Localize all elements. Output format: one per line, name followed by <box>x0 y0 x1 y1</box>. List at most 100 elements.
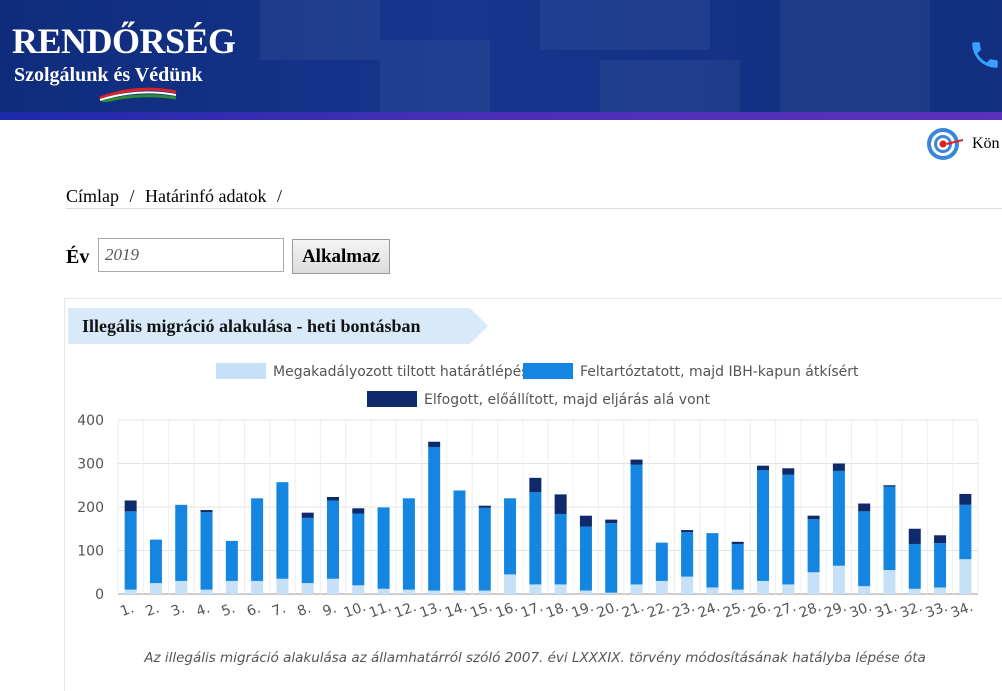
x-tick-label: 12. <box>392 599 418 622</box>
x-tick-label: 28. <box>797 599 823 622</box>
x-tick-label: 21. <box>620 599 646 622</box>
bar-segment <box>883 486 896 571</box>
bar-segment <box>807 572 820 594</box>
y-tick-label: 400 <box>77 413 104 429</box>
bar-segment <box>832 463 845 471</box>
x-tick-label: 2. <box>144 600 162 620</box>
chart-title: Illegális migráció alakulása - heti bont… <box>82 316 421 336</box>
bar-segment <box>731 589 744 594</box>
bar-segment <box>377 507 390 589</box>
breadcrumb-divider <box>66 208 1002 209</box>
flag-swoosh-icon <box>99 87 177 102</box>
y-tick-label: 0 <box>95 587 104 603</box>
x-tick-label: 31. <box>873 599 899 622</box>
apply-button[interactable]: Alkalmaz <box>292 239 390 274</box>
bar-segment <box>630 584 643 594</box>
breadcrumb: Címlap / Határinfó adatok / <box>66 186 288 207</box>
bar-segment <box>655 580 668 594</box>
bar-segment <box>124 511 137 590</box>
bar-segment <box>149 539 162 584</box>
bar-segment <box>301 583 314 594</box>
bar-segment <box>858 503 871 512</box>
bar-segment <box>731 541 744 544</box>
header-decoration <box>540 0 710 50</box>
bar-segment <box>908 588 921 594</box>
bar-segment <box>731 543 744 590</box>
target-icon <box>927 128 963 160</box>
bar-segment <box>579 590 592 594</box>
x-tick-label: 9. <box>321 600 339 620</box>
year-input[interactable] <box>98 238 284 272</box>
bar-segment <box>681 530 694 533</box>
phone-icon[interactable] <box>968 38 1002 72</box>
bar-segment <box>200 589 213 594</box>
bar-segment <box>630 459 643 465</box>
bar-segment <box>807 519 820 573</box>
bar-segment <box>782 468 795 475</box>
bar-segment <box>276 578 289 594</box>
bar-segment <box>757 465 769 471</box>
bar-segment <box>579 515 592 527</box>
bar-segment <box>377 588 390 594</box>
chart-caption: Az illegális migráció alakulása az állam… <box>144 650 926 666</box>
x-tick-label: 19. <box>569 599 595 622</box>
bar-segment <box>301 512 314 518</box>
bar-segment <box>782 584 795 594</box>
legend-label: Elfogott, előállított, majd eljárás alá … <box>424 392 711 408</box>
bar-segment <box>605 519 618 524</box>
bar-segment <box>478 505 491 508</box>
x-tick-label: 11. <box>367 599 393 622</box>
bar-segment <box>200 510 213 513</box>
logo-title[interactable]: RENDŐRSÉG <box>12 20 236 62</box>
y-tick-label: 100 <box>77 544 104 560</box>
legend-label: Feltartóztatott, majd IBH-kapun átkísért <box>580 364 859 380</box>
x-tick-label: 4. <box>194 600 212 620</box>
year-label: Év <box>66 246 90 268</box>
x-tick-label: 3. <box>169 600 187 620</box>
bar-segment <box>605 592 618 594</box>
bar-segment <box>757 470 769 581</box>
bar-segment <box>301 517 314 584</box>
bar-segment <box>428 441 441 447</box>
top-link[interactable]: Kön <box>926 127 1000 161</box>
bar-segment <box>959 504 972 560</box>
legend-swatch <box>367 391 417 407</box>
bar-segment <box>402 498 415 590</box>
bar-segment <box>959 559 972 594</box>
x-tick-label: 10. <box>342 599 368 622</box>
bar-segment <box>402 589 415 594</box>
bar-segment <box>681 576 694 594</box>
bar-segment <box>124 500 137 512</box>
x-tick-label: 8. <box>295 600 313 620</box>
bar-segment <box>934 587 947 594</box>
breadcrumb-section[interactable]: Határinfó adatok <box>145 186 266 206</box>
x-tick-label: 33. <box>923 599 949 622</box>
top-link-label[interactable]: Kön <box>972 135 1000 153</box>
legend-label: Megakadályozott tiltott határátlépés <box>273 364 529 380</box>
bar-segment <box>124 589 137 594</box>
bar-segment <box>352 508 365 514</box>
y-tick-label: 200 <box>77 500 104 516</box>
bar-segment <box>832 565 845 594</box>
bar-segment <box>908 528 921 544</box>
bar-segment <box>175 580 188 594</box>
bar-segment <box>681 532 694 577</box>
x-tick-label: 14. <box>443 599 469 622</box>
bar-segment <box>478 590 491 594</box>
x-tick-label: 1. <box>118 600 136 620</box>
bar-segment <box>149 583 162 594</box>
breadcrumb-separator: / <box>276 186 282 206</box>
bar-segment <box>428 590 441 594</box>
x-tick-label: 27. <box>772 599 798 622</box>
bar-segment <box>200 512 213 590</box>
x-tick-label: 29. <box>822 599 848 622</box>
bar-segment <box>453 590 466 594</box>
bar-segment <box>757 580 769 594</box>
x-tick-label: 34. <box>949 599 975 622</box>
bar-segment <box>908 543 921 589</box>
bar-segment <box>529 584 542 594</box>
bar-segment <box>605 523 618 593</box>
breadcrumb-home[interactable]: Címlap <box>66 186 119 206</box>
x-tick-label: 20. <box>595 599 621 622</box>
bar-segment <box>883 570 896 594</box>
